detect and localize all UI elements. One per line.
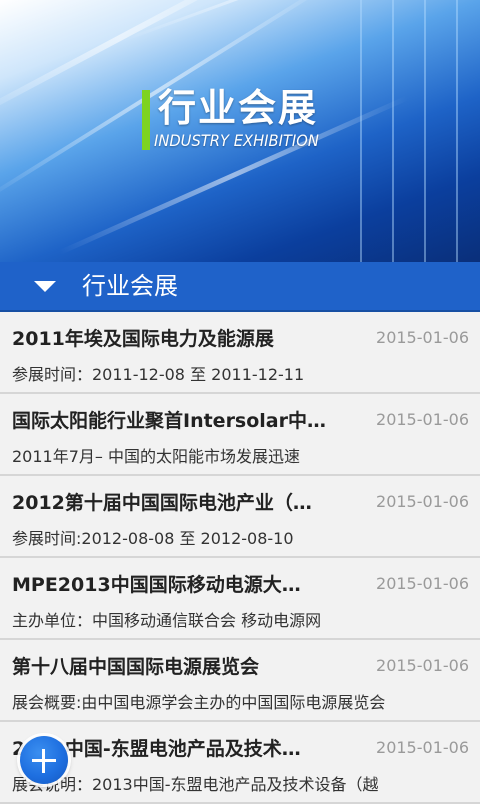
section-title: 行业会展 <box>82 272 178 300</box>
banner-building-line <box>424 0 426 262</box>
add-button[interactable] <box>20 736 68 784</box>
item-description: 2011年7月– 中国的太阳能市场发展迅速 <box>12 447 300 466</box>
caret-down-icon <box>34 280 56 292</box>
item-description: 展会说明：2013中国-东盟电池产品及技术设备（越 <box>12 775 379 794</box>
banner-subtitle: INDUSTRY EXHIBITION <box>154 131 319 150</box>
section-header-toggle[interactable]: 行业会展 <box>0 262 480 312</box>
item-date: 2015-01-06 <box>376 738 469 757</box>
banner-building-line <box>456 0 458 262</box>
item-title: 第十八届中国国际电源展览会 <box>12 656 260 678</box>
item-title: 2012第十届中国国际电池产业（… <box>12 492 312 514</box>
item-date: 2015-01-06 <box>376 328 469 347</box>
item-description: 展会概要:由中国电源学会主办的中国国际电源展览会 <box>12 693 386 712</box>
item-title: 2011年埃及国际电力及能源展 <box>12 328 274 350</box>
list-item[interactable]: 2013中国-东盟电池产品及技术… 2015-01-06 展会说明：2013中国… <box>0 722 480 804</box>
item-title: MPE2013中国国际移动电源大… <box>12 574 301 596</box>
banner-building-line <box>392 0 394 262</box>
header-banner: 行业会展 INDUSTRY EXHIBITION <box>0 0 480 262</box>
list-item[interactable]: MPE2013中国国际移动电源大… 2015-01-06 主办单位：中国移动通信… <box>0 558 480 640</box>
item-description: 参展时间：2011-12-08 至 2011-12-11 <box>12 365 305 384</box>
list-item[interactable]: 2011年埃及国际电力及能源展 2015-01-06 参展时间：2011-12-… <box>0 312 480 394</box>
item-date: 2015-01-06 <box>376 492 469 511</box>
item-title: 国际太阳能行业聚首Intersolar中… <box>12 410 327 432</box>
banner-building-line <box>360 0 362 262</box>
banner-logo: 行业会展 INDUSTRY EXHIBITION <box>142 86 332 158</box>
exhibition-list: 2011年埃及国际电力及能源展 2015-01-06 参展时间：2011-12-… <box>0 312 480 804</box>
item-date: 2015-01-06 <box>376 574 469 593</box>
list-item[interactable]: 第十八届中国国际电源展览会 2015-01-06 展会概要:由中国电源学会主办的… <box>0 640 480 722</box>
banner-title: 行业会展 <box>158 86 319 130</box>
item-date: 2015-01-06 <box>376 656 469 675</box>
item-description: 参展时间:2012-08-08 至 2012-08-10 <box>12 529 294 548</box>
item-description: 主办单位：中国移动通信联合会 移动电源网 <box>12 611 322 630</box>
list-item[interactable]: 2012第十届中国国际电池产业（… 2015-01-06 参展时间:2012-0… <box>0 476 480 558</box>
list-item[interactable]: 国际太阳能行业聚首Intersolar中… 2015-01-06 2011年7月… <box>0 394 480 476</box>
item-date: 2015-01-06 <box>376 410 469 429</box>
logo-accent-bar <box>142 90 150 150</box>
